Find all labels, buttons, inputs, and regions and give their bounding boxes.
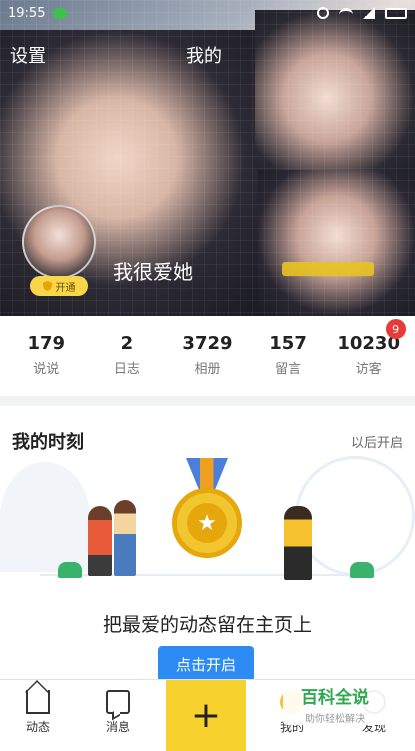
stats-bar: 179 说说 2 日志 3729 相册 157 留言 10230 访客 9	[0, 316, 415, 394]
stat-label: 相册	[194, 362, 221, 377]
moments-headline: 把最爱的动态留在主页上	[102, 614, 312, 636]
section-divider	[0, 396, 415, 406]
redaction-bar	[282, 262, 374, 276]
couple-figure	[88, 496, 148, 580]
avatar[interactable]	[22, 205, 96, 279]
top-nav: 设置 我的	[0, 40, 415, 68]
stat-posts[interactable]: 179 说说	[11, 333, 81, 377]
stat-messages[interactable]: 157 留言	[253, 333, 323, 377]
stat-value: 179	[27, 333, 66, 354]
stat-label: 留言	[275, 362, 302, 377]
status-time: 19:55	[8, 5, 46, 21]
stat-value: 2	[120, 333, 134, 354]
message-icon	[106, 690, 130, 714]
watermark-logo: 百科全说 助你轻松解决	[283, 683, 387, 725]
enable-moments-button[interactable]: 点击开启	[158, 646, 254, 682]
stat-value: 3729	[182, 333, 233, 354]
woman-figure	[88, 506, 112, 576]
settings-button[interactable]: 设置	[10, 42, 46, 68]
bush-icon	[350, 562, 374, 578]
moments-illustration: ★	[0, 456, 415, 586]
enable-later-button[interactable]: 以后开启	[351, 432, 403, 451]
stat-label: 访客	[355, 362, 382, 377]
nickname: 我很爱她	[113, 260, 193, 284]
moments-header: 我的时刻 以后开启	[12, 428, 403, 454]
tab-messages[interactable]: 消息	[88, 690, 148, 735]
photographer-figure	[284, 506, 312, 580]
tab-feed-label: 动态	[25, 720, 50, 734]
stat-albums[interactable]: 3729 相册	[172, 333, 242, 377]
tab-messages-label: 消息	[105, 720, 130, 734]
signal-icon	[363, 7, 375, 19]
home-icon	[26, 690, 50, 714]
ferris-wheel-bg-shape	[295, 456, 415, 576]
publish-button[interactable]: +	[166, 680, 246, 751]
stat-label: 日志	[113, 362, 140, 377]
status-icons	[317, 7, 407, 19]
stat-value: 157	[269, 333, 307, 354]
friend-figure	[114, 500, 136, 576]
status-bar: 19:55	[0, 0, 415, 26]
vip-badge[interactable]: 开通	[30, 276, 88, 296]
watermark-subtitle: 助你轻松解决	[305, 714, 365, 725]
battery-icon	[385, 7, 407, 19]
bush-icon	[58, 562, 82, 578]
wifi-icon	[339, 8, 353, 18]
notification-badge: 9	[385, 319, 406, 339]
tab-feed[interactable]: 动态	[8, 690, 68, 735]
shield-icon	[42, 281, 53, 291]
stat-blogs[interactable]: 2 日志	[92, 333, 162, 377]
stat-visitors[interactable]: 10230 访客 9	[334, 319, 406, 377]
watermark-title: 百科全说	[301, 688, 369, 708]
stat-label: 说说	[33, 362, 60, 377]
moments-title: 我的时刻	[12, 432, 84, 453]
star-icon: ★	[187, 503, 227, 543]
wechat-icon	[53, 7, 68, 19]
page-title: 我的	[186, 46, 222, 67]
alarm-icon	[317, 7, 329, 19]
medal-icon: ★	[172, 488, 242, 558]
carousel-bg-shape	[0, 462, 90, 572]
plus-icon: +	[190, 695, 222, 736]
vip-badge-label: 开通	[55, 282, 76, 294]
